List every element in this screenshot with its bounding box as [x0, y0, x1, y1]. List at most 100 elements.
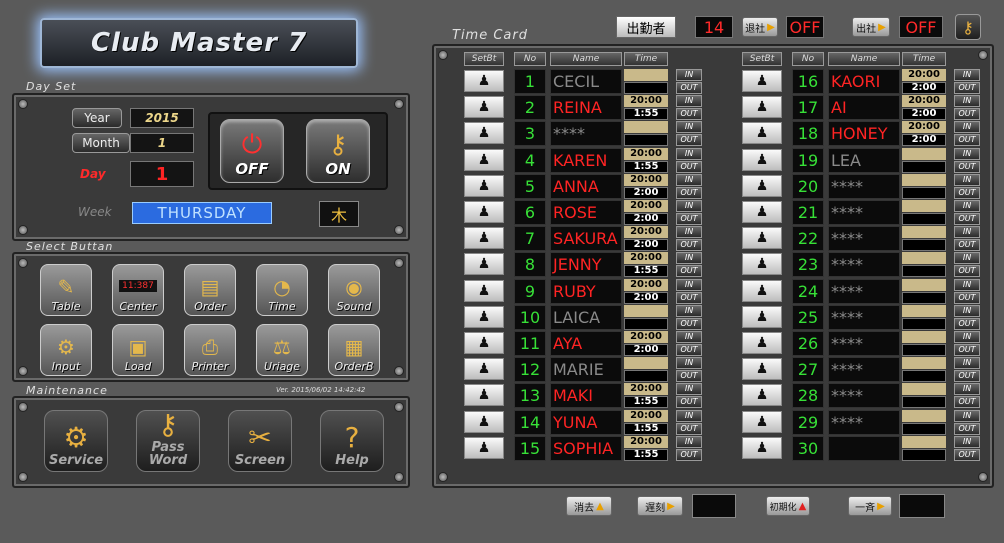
row-name[interactable]: ****	[828, 383, 900, 409]
row-name[interactable]: ANNA	[550, 173, 622, 199]
out-button[interactable]: OUT	[676, 344, 702, 356]
out-button[interactable]: OUT	[676, 396, 702, 409]
row-name[interactable]: SOPHIA	[550, 435, 622, 461]
set-button[interactable]: ♟	[742, 201, 782, 223]
row-name[interactable]: REINA	[550, 95, 622, 121]
in-button[interactable]: IN	[676, 252, 702, 265]
set-button[interactable]: ♟	[464, 305, 504, 328]
set-button[interactable]: ♟	[742, 436, 782, 459]
row-name[interactable]: MAKI	[550, 383, 622, 409]
set-button[interactable]: ♟	[464, 332, 504, 354]
set-button[interactable]: ♟	[464, 70, 504, 92]
row-name[interactable]: HONEY	[828, 121, 900, 147]
row-name[interactable]: MARIE	[550, 357, 622, 383]
in-button[interactable]: IN	[676, 435, 702, 448]
row-name[interactable]: ROSE	[550, 200, 622, 225]
in-button[interactable]: IN	[676, 409, 702, 422]
in-button[interactable]: IN	[676, 331, 702, 343]
all-button[interactable]: 一斉 ▶	[848, 496, 892, 516]
row-name[interactable]: ****	[550, 121, 622, 147]
clear-button[interactable]: 消去 ▲	[566, 496, 612, 516]
arrive-button[interactable]: 出社 ▶	[852, 17, 890, 37]
out-button[interactable]: OUT	[954, 82, 980, 94]
row-name[interactable]	[828, 435, 900, 461]
row-name[interactable]: JENNY	[550, 252, 622, 278]
in-button[interactable]: IN	[676, 357, 702, 370]
in-button[interactable]: IN	[954, 121, 980, 134]
in-button[interactable]: IN	[676, 226, 702, 239]
select-button-order[interactable]: ▤ Order	[184, 264, 236, 316]
row-name[interactable]: ****	[828, 173, 900, 199]
row-name[interactable]: RUBY	[550, 278, 622, 304]
row-name[interactable]: YUNA	[550, 409, 622, 435]
out-button[interactable]: OUT	[954, 396, 980, 409]
row-name[interactable]: ****	[828, 357, 900, 383]
out-button[interactable]: OUT	[676, 291, 702, 304]
set-button[interactable]: ♟	[464, 122, 504, 145]
out-button[interactable]: OUT	[954, 239, 980, 252]
help-button[interactable]: ? Help	[320, 410, 384, 472]
out-button[interactable]: OUT	[954, 265, 980, 278]
select-button-load[interactable]: ▣ Load	[112, 324, 164, 376]
set-button[interactable]: ♟	[742, 227, 782, 250]
out-button[interactable]: OUT	[676, 213, 702, 225]
in-button[interactable]: IN	[954, 331, 980, 343]
row-name[interactable]: ****	[828, 200, 900, 225]
out-button[interactable]: OUT	[954, 344, 980, 356]
set-button[interactable]: ♟	[742, 174, 782, 197]
set-button[interactable]: ♟	[464, 279, 504, 302]
set-button[interactable]: ♟	[464, 96, 504, 119]
all-input[interactable]	[899, 494, 945, 518]
in-button[interactable]: IN	[676, 200, 702, 212]
in-button[interactable]: IN	[954, 278, 980, 291]
in-button[interactable]: IN	[676, 69, 702, 81]
out-button[interactable]: OUT	[676, 186, 702, 199]
out-button[interactable]: OUT	[676, 422, 702, 435]
set-button[interactable]: ♟	[464, 410, 504, 433]
key-icon[interactable]: ⚷	[955, 14, 981, 40]
set-button[interactable]: ♟	[464, 253, 504, 276]
screen-button[interactable]: ✂ Screen	[228, 410, 292, 472]
in-button[interactable]: IN	[954, 147, 980, 160]
in-button[interactable]: IN	[954, 226, 980, 239]
out-button[interactable]: OUT	[676, 317, 702, 330]
out-button[interactable]: OUT	[676, 160, 702, 173]
year-value[interactable]: 2015	[130, 108, 194, 128]
month-value[interactable]: 1	[130, 133, 194, 153]
set-button[interactable]: ♟	[742, 384, 782, 407]
in-button[interactable]: IN	[954, 173, 980, 186]
in-button[interactable]: IN	[954, 383, 980, 396]
row-name[interactable]: ****	[828, 304, 900, 330]
row-name[interactable]: KAORI	[828, 69, 900, 94]
set-button[interactable]: ♟	[742, 332, 782, 354]
select-button-center[interactable]: 11:387 Center	[112, 264, 164, 316]
out-button[interactable]: OUT	[676, 370, 702, 383]
out-button[interactable]: OUT	[954, 317, 980, 330]
late-button[interactable]: 遅刻 ▶	[637, 496, 683, 516]
set-button[interactable]: ♟	[742, 305, 782, 328]
service-button[interactable]: ⚙ Service	[44, 410, 108, 472]
in-button[interactable]: IN	[676, 383, 702, 396]
set-button[interactable]: ♟	[742, 358, 782, 381]
out-button[interactable]: OUT	[954, 134, 980, 147]
set-button[interactable]: ♟	[742, 410, 782, 433]
day-value[interactable]: 1	[130, 161, 194, 187]
out-button[interactable]: OUT	[676, 448, 702, 461]
set-button[interactable]: ♟	[742, 96, 782, 119]
in-button[interactable]: IN	[954, 69, 980, 81]
select-button-sound[interactable]: ◉ Sound	[328, 264, 380, 316]
late-input[interactable]	[692, 494, 736, 518]
row-name[interactable]: LAICA	[550, 304, 622, 330]
in-button[interactable]: IN	[954, 200, 980, 212]
out-button[interactable]: OUT	[676, 108, 702, 121]
out-button[interactable]: OUT	[954, 422, 980, 435]
off-button[interactable]: ⏻ OFF	[220, 119, 284, 183]
out-button[interactable]: OUT	[954, 186, 980, 199]
in-button[interactable]: IN	[676, 304, 702, 317]
out-button[interactable]: OUT	[954, 213, 980, 225]
row-name[interactable]: AI	[828, 95, 900, 121]
in-button[interactable]: IN	[954, 435, 980, 448]
out-button[interactable]: OUT	[954, 108, 980, 121]
in-button[interactable]: IN	[676, 173, 702, 186]
password-button[interactable]: ⚷ Pass Word	[136, 409, 200, 472]
